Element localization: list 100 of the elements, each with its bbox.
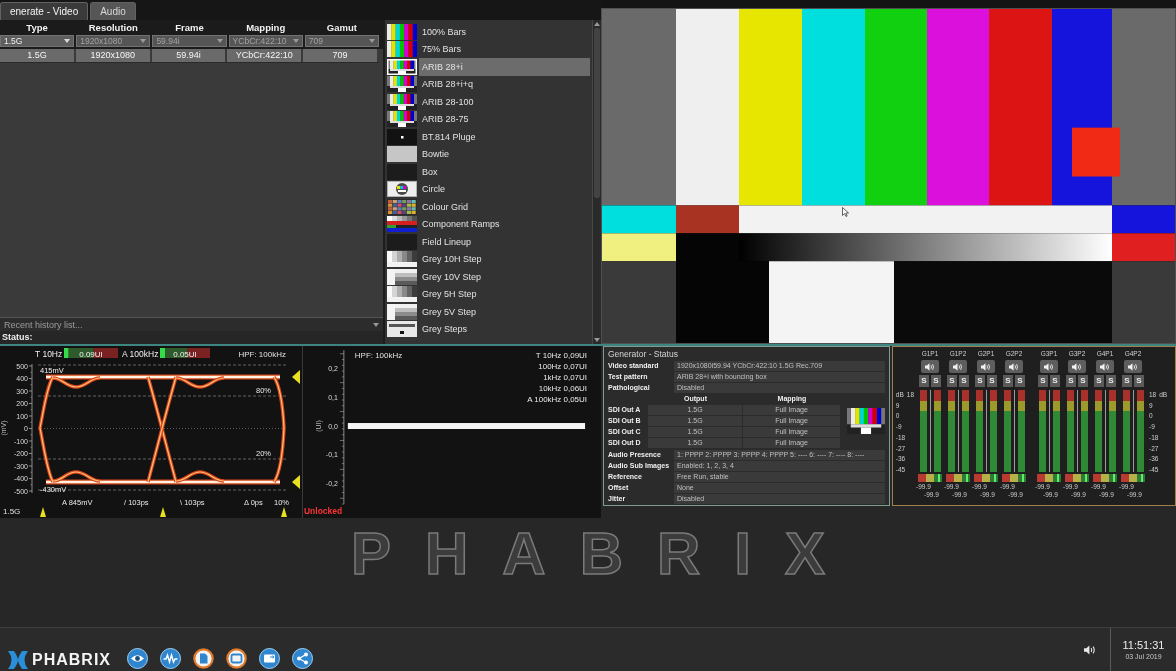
- channel-status-icon: [1121, 474, 1145, 482]
- solo-button[interactable]: S: [1078, 375, 1088, 387]
- blank-thumbnail-icon: [387, 163, 417, 180]
- logo-icon: [8, 651, 28, 669]
- speaker-button[interactable]: [1005, 360, 1023, 373]
- tab[interactable]: enerate - Video: [0, 2, 89, 20]
- volume-icon: [953, 362, 963, 371]
- pattern-item[interactable]: Component Ramps: [385, 215, 590, 233]
- histogram-peak-icon: [281, 507, 287, 517]
- solo-button[interactable]: S: [959, 375, 969, 387]
- table-cell: 709: [303, 49, 379, 62]
- status-label: Status:: [0, 331, 383, 344]
- table-cell: YCbCr:422:10: [227, 49, 304, 62]
- solo-button[interactable]: S: [1122, 375, 1132, 387]
- jitter-label: A 100kHz: [122, 349, 159, 359]
- ramps-thumbnail-icon: [387, 216, 417, 233]
- pattern-item[interactable]: Circle: [385, 180, 590, 198]
- step-wedge-icon: [387, 268, 417, 285]
- lock-status: Unlocked: [304, 505, 343, 516]
- volume-icon[interactable]: [1084, 644, 1096, 655]
- channel-status-icon: [1002, 474, 1026, 482]
- speaker-button[interactable]: [1124, 360, 1142, 373]
- caret-icon: [292, 39, 299, 43]
- history-dropdown[interactable]: Recent history list...: [0, 317, 383, 331]
- window-icon[interactable]: [259, 648, 280, 669]
- solo-button[interactable]: S: [931, 375, 941, 387]
- scroll-down-icon[interactable]: [594, 338, 600, 342]
- speaker-button[interactable]: [1068, 360, 1086, 373]
- pattern-item[interactable]: ARIB 28-75: [385, 110, 590, 128]
- scroll-up-icon[interactable]: [594, 22, 600, 26]
- tab[interactable]: Audio: [90, 2, 136, 20]
- pattern-item[interactable]: Bowtie: [385, 145, 590, 163]
- jitter-reading: T 10Hz 0,09UI: [535, 350, 588, 360]
- pattern-item[interactable]: Box: [385, 163, 590, 181]
- background-logo: PHABRIX: [350, 524, 859, 584]
- solo-button[interactable]: S: [1038, 375, 1048, 387]
- pattern-item[interactable]: ARIB 28+i+q: [385, 75, 590, 93]
- channel-status-icon: [1065, 474, 1089, 482]
- column-header: Gamut: [325, 22, 358, 33]
- pattern-item[interactable]: Grey 5V Step: [385, 303, 590, 321]
- pattern-item[interactable]: Grey 10V Step: [385, 268, 590, 286]
- solo-button[interactable]: S: [987, 375, 997, 387]
- waveform-icon[interactable]: [160, 648, 181, 669]
- jitter-reading: 100Hz 0,07UI: [538, 361, 588, 371]
- channel-status-icon: [918, 474, 942, 482]
- solo-button[interactable]: S: [919, 375, 929, 387]
- speaker-button[interactable]: [1096, 360, 1114, 373]
- solo-button[interactable]: S: [947, 375, 957, 387]
- eye-icon[interactable]: [127, 648, 148, 669]
- pattern-item[interactable]: Colour Grid: [385, 198, 590, 216]
- solo-button[interactable]: S: [1106, 375, 1116, 387]
- column-header: Type: [25, 22, 49, 33]
- logo-text: PHABRIX: [32, 651, 111, 669]
- speaker-button[interactable]: [949, 360, 967, 373]
- solo-button[interactable]: S: [1015, 375, 1025, 387]
- scrollbar[interactable]: [592, 20, 601, 344]
- solo-button[interactable]: S: [1003, 375, 1013, 387]
- pattern-item[interactable]: Field Lineup: [385, 233, 590, 251]
- pattern-item[interactable]: ARIB 28-100: [385, 93, 590, 111]
- blank-thumbnail-icon: [387, 233, 417, 250]
- table-row[interactable]: 1.5G 1920x1080 59.94i YCbCr:422:10 709: [0, 49, 379, 63]
- document-icon[interactable]: [193, 648, 214, 669]
- channel-status-icon: [974, 474, 998, 482]
- solo-button[interactable]: S: [1134, 375, 1144, 387]
- channel-status-icon: [1037, 474, 1061, 482]
- color-bars-icon: [387, 58, 417, 75]
- color-bars-icon: [387, 111, 417, 128]
- jitter-reading: 0.05UI: [173, 349, 197, 359]
- solo-button[interactable]: S: [1066, 375, 1076, 387]
- pattern-item[interactable]: Grey Steps: [385, 320, 590, 338]
- volume-icon: [925, 362, 935, 371]
- pattern-item[interactable]: BT.814 Pluge: [385, 128, 590, 146]
- jitter-reading: 1kHz 0,07UI: [543, 372, 588, 382]
- filter-label: HPF: 100kHz: [238, 350, 286, 359]
- pattern-item[interactable]: ARIB 28+i: [385, 58, 590, 76]
- histogram-peak-icon: [40, 507, 46, 517]
- pattern-item[interactable]: Grey 10H Step: [385, 250, 590, 268]
- histogram-peak-icon: [160, 507, 166, 517]
- speaker-button[interactable]: [977, 360, 995, 373]
- caret-icon: [373, 322, 379, 327]
- color-bars-icon: [387, 41, 417, 58]
- jitter-label: T 10Hz: [35, 349, 63, 359]
- color-bars-icon: [387, 76, 417, 93]
- pattern-item[interactable]: 75% Bars: [385, 40, 590, 58]
- speaker-button[interactable]: [921, 360, 939, 373]
- filter-dropdown[interactable]: 1.5G: [0, 35, 75, 47]
- window-icon[interactable]: [226, 648, 247, 669]
- solo-button[interactable]: S: [975, 375, 985, 387]
- solo-button[interactable]: S: [1050, 375, 1060, 387]
- clock-time: 11:51:31: [1122, 638, 1165, 651]
- solo-button[interactable]: S: [1094, 375, 1104, 387]
- dot-thumbnail-icon: [387, 128, 417, 145]
- scrollbar-thumb[interactable]: [594, 28, 600, 198]
- speaker-button[interactable]: [1040, 360, 1058, 373]
- grid-thumbnail-icon: [387, 198, 417, 215]
- pattern-item[interactable]: Grey 5H Step: [385, 285, 590, 303]
- volume-icon: [1128, 362, 1138, 371]
- pattern-item[interactable]: 100% Bars: [385, 23, 590, 41]
- channel-status-icon: [946, 474, 970, 482]
- share-icon[interactable]: [292, 648, 313, 669]
